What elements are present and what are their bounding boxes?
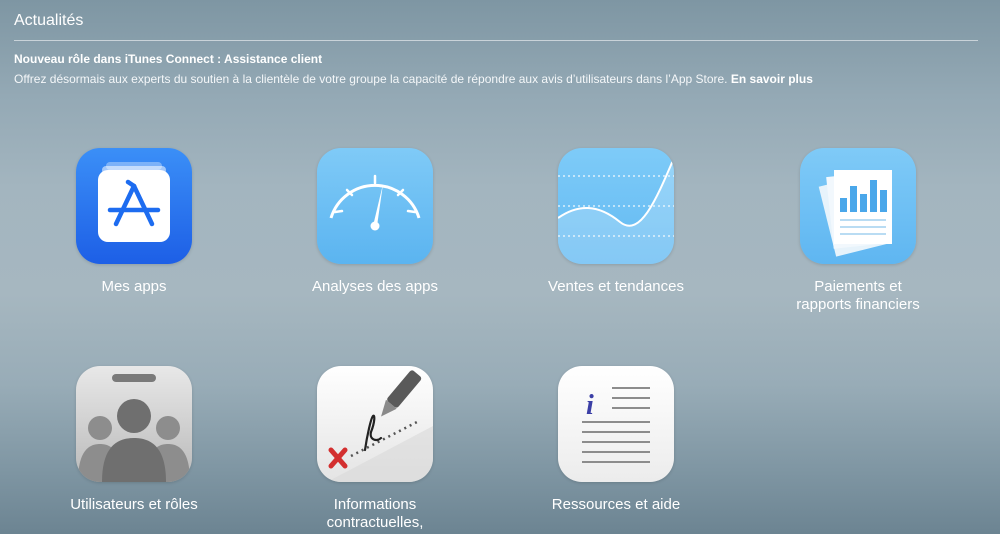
tile-contract-info[interactable]: Informations contractuelles, [275, 366, 475, 532]
tile-label: Informations contractuelles, [326, 496, 424, 531]
tile-label: Mes apps [101, 278, 167, 295]
tile-sales-trends[interactable]: Ventes et tendances [516, 148, 716, 296]
tile-label: Analyses des apps [312, 278, 438, 295]
svg-text:i: i [586, 390, 594, 421]
news-title: Nouveau rôle dans iTunes Connect : Assis… [14, 52, 323, 66]
gauge-icon [317, 148, 433, 264]
tile-users-roles[interactable]: Utilisateurs et rôles [34, 366, 234, 514]
financial-reports-icon [800, 148, 916, 264]
tile-resources-help[interactable]: i Ressources et aide [516, 366, 716, 514]
tile-label: Paiements et rapports financiers [796, 278, 920, 313]
tile-label: Utilisateurs et rôles [70, 496, 198, 513]
learn-more-link[interactable]: En savoir plus [731, 72, 813, 86]
app-store-icon [76, 148, 192, 264]
tile-my-apps[interactable]: Mes apps [34, 148, 234, 296]
news-body: Offrez désormais aux experts du soutien … [14, 71, 978, 87]
users-badge-icon [76, 366, 192, 482]
tile-payments-reports[interactable]: Paiements et rapports financiers [758, 148, 958, 314]
contract-signature-icon [317, 366, 433, 482]
news-body-text: Offrez désormais aux experts du soutien … [14, 72, 731, 86]
news-header: Actualités [14, 0, 978, 41]
news-section: Actualités Nouveau rôle dans iTunes Conn… [14, 0, 978, 87]
tile-label: Ventes et tendances [548, 278, 684, 295]
tile-app-analytics[interactable]: Analyses des apps [275, 148, 475, 296]
tile-label: Ressources et aide [551, 496, 681, 513]
info-document-icon: i [558, 366, 674, 482]
trend-chart-icon [558, 148, 674, 264]
